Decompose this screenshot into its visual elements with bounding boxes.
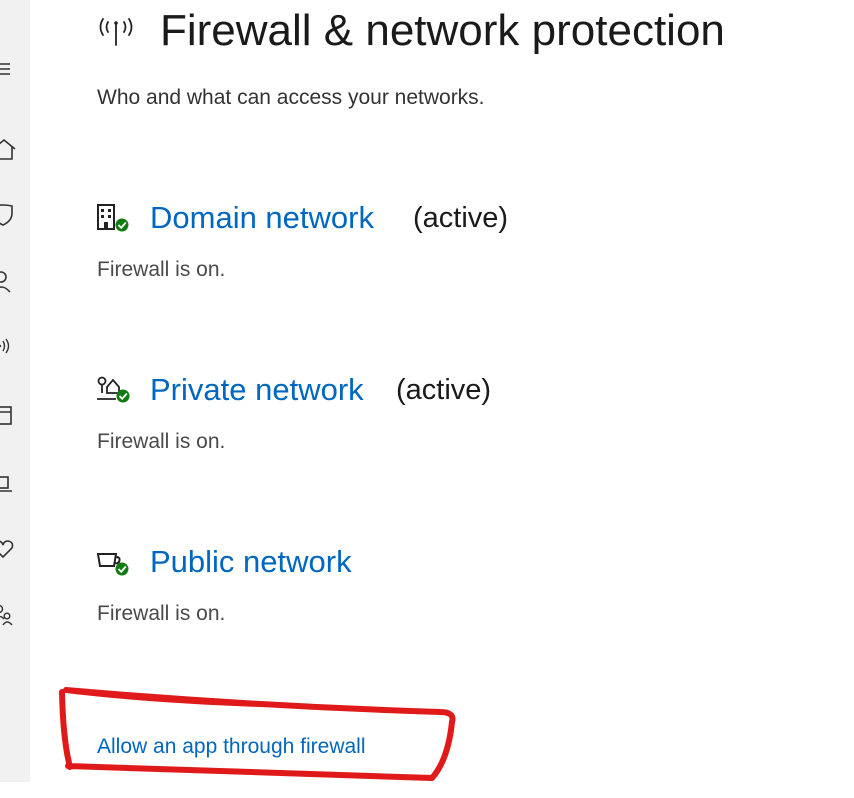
firewall-page: Firewall & network protection Who and wh… — [0, 0, 854, 798]
building-icon — [96, 203, 132, 233]
domain-network-link[interactable]: Domain network — [150, 198, 374, 238]
public-network-link[interactable]: Public network — [150, 542, 352, 582]
wifi-antenna-icon — [95, 12, 137, 48]
domain-network-status: Firewall is on. — [97, 258, 226, 281]
private-network-link[interactable]: Private network — [150, 370, 364, 410]
private-network-active-label: (active) — [396, 374, 492, 406]
page-subtitle: Who and what can access your networks. — [97, 86, 485, 109]
main-content: Firewall & network protection Who and wh… — [0, 0, 854, 798]
allow-app-through-firewall-link[interactable]: Allow an app through firewall — [97, 733, 366, 761]
coffee-cup-icon — [96, 548, 132, 578]
domain-network-active-label: (active) — [413, 202, 509, 234]
page-title: Firewall & network protection — [160, 6, 725, 55]
public-network-status: Firewall is on. — [97, 602, 226, 625]
private-network-status: Firewall is on. — [97, 430, 226, 453]
home-network-icon — [96, 375, 132, 405]
